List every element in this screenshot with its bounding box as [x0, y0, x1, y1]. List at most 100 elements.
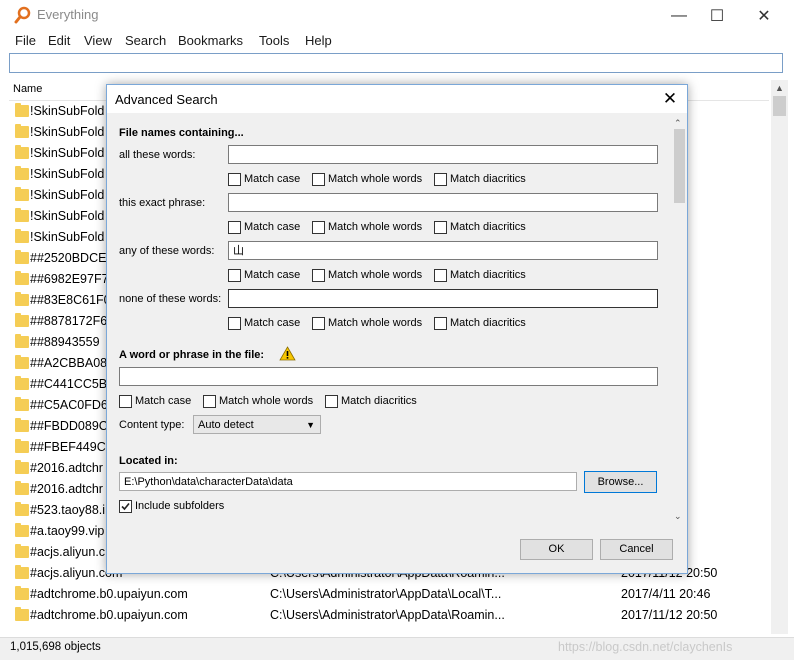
dialog-scrollbar-thumb[interactable] — [674, 129, 685, 203]
exact-match-diacritics-checkbox[interactable] — [434, 221, 447, 234]
none-match-diacritics-label: Match diacritics — [450, 317, 526, 329]
folder-icon — [15, 229, 29, 243]
phrase-match-case-label: Match case — [135, 395, 192, 407]
folder-icon — [15, 292, 29, 306]
folder-icon — [15, 166, 29, 180]
any-match-whole-checkbox[interactable] — [312, 269, 325, 282]
location-input[interactable]: E:\Python\data\characterData\data — [119, 472, 577, 491]
file-name: ##C441CC5B — [30, 377, 108, 391]
content-type-value: Auto detect — [198, 419, 254, 431]
menu-bookmarks[interactable]: Bookmarks — [178, 33, 243, 48]
checkmark-icon — [121, 502, 130, 511]
file-name: #2016.adtchr — [30, 482, 103, 496]
exact-match-case-label: Match case — [244, 221, 301, 233]
none-match-case-checkbox[interactable] — [228, 317, 241, 330]
all-match-case-checkbox[interactable] — [228, 173, 241, 186]
file-name: ##6982E97F7 — [30, 272, 109, 286]
all-match-case-label: Match case — [244, 173, 301, 185]
dialog-titlebar: Advanced Search ✕ — [107, 85, 687, 113]
window-title: Everything — [37, 7, 99, 22]
any-match-diacritics-checkbox[interactable] — [434, 269, 447, 282]
folder-icon — [15, 397, 29, 411]
file-name: #a.taoy99.vip — [30, 524, 105, 538]
file-name: #acjs.aliyun.c — [30, 545, 106, 559]
folder-icon — [15, 250, 29, 264]
all-match-diacritics-checkbox[interactable] — [434, 173, 447, 186]
folder-icon — [15, 418, 29, 432]
file-name: ##83E8C61F0 — [30, 293, 111, 307]
file-name: !SkinSubFold — [30, 230, 105, 244]
all-match-diacritics-label: Match diacritics — [450, 173, 526, 185]
search-input[interactable] — [9, 53, 783, 73]
exact-match-case-checkbox[interactable] — [228, 221, 241, 234]
maximize-icon[interactable]: ☐ — [694, 0, 740, 31]
warning-icon — [279, 346, 296, 361]
file-name: !SkinSubFold — [30, 188, 105, 202]
file-name: ##2520BDCE — [30, 251, 107, 265]
browse-button[interactable]: Browse... — [584, 471, 657, 493]
all-words-input[interactable] — [228, 145, 658, 164]
table-row[interactable]: #adtchrome.b0.upaiyun.com C:\Users\Admini… — [9, 605, 769, 626]
file-name: #2016.adtchr — [30, 461, 103, 475]
menu-help[interactable]: Help — [305, 33, 332, 48]
none-match-whole-checkbox[interactable] — [312, 317, 325, 330]
watermark-text: https://blog.csdn.net/claychenIs — [558, 640, 733, 654]
any-match-whole-label: Match whole words — [328, 269, 423, 281]
phrase-match-case-checkbox[interactable] — [119, 395, 132, 408]
folder-icon — [15, 208, 29, 222]
folder-icon — [15, 439, 29, 453]
folder-icon — [15, 376, 29, 390]
phrase-match-whole-checkbox[interactable] — [203, 395, 216, 408]
results-scrollbar-thumb[interactable] — [773, 96, 786, 116]
results-scrollbar[interactable] — [771, 80, 788, 634]
scroll-up-icon[interactable]: ▲ — [775, 83, 784, 93]
all-match-whole-label: Match whole words — [328, 173, 423, 185]
menu-file[interactable]: File — [15, 33, 36, 48]
exact-phrase-input[interactable] — [228, 193, 658, 212]
menu-tools[interactable]: Tools — [259, 33, 289, 48]
file-path: C:\Users\Administrator\AppData\Local\T..… — [270, 587, 502, 601]
dialog-scroll-down-icon[interactable]: ⌄ — [674, 511, 682, 522]
any-match-case-checkbox[interactable] — [228, 269, 241, 282]
none-match-diacritics-checkbox[interactable] — [434, 317, 447, 330]
dialog-close-icon[interactable]: ✕ — [656, 88, 684, 110]
file-name: ##88943559 — [30, 335, 100, 349]
folder-icon — [15, 544, 29, 558]
file-name: !SkinSubFold — [30, 125, 105, 139]
all-words-label: all these words: — [119, 149, 196, 161]
exact-match-whole-checkbox[interactable] — [312, 221, 325, 234]
file-date: 2017/4/11 20:46 — [621, 587, 711, 601]
file-path: C:\Users\Administrator\AppData\Roamin... — [270, 608, 505, 622]
file-name: ##8878172F6 — [30, 314, 108, 328]
folder-icon — [15, 607, 29, 621]
menu-search[interactable]: Search — [125, 33, 166, 48]
phrase-match-diacritics-checkbox[interactable] — [325, 395, 338, 408]
file-name: #adtchrome.b0.upaiyun.com — [30, 587, 188, 601]
any-words-input[interactable]: 山 — [228, 241, 658, 260]
word-in-file-input[interactable] — [119, 367, 658, 386]
file-name: #adtchrome.b0.upaiyun.com — [30, 608, 188, 622]
section-located-in: Located in: — [119, 455, 178, 467]
menu-view[interactable]: View — [84, 33, 112, 48]
object-count: 1,015,698 objects — [10, 641, 101, 653]
folder-icon — [15, 313, 29, 327]
chevron-down-icon: ▼ — [306, 420, 315, 430]
file-name: #523.taoy88.i — [30, 503, 106, 517]
none-words-input[interactable] — [228, 289, 658, 308]
section-file-names: File names containing... — [119, 127, 244, 139]
all-match-whole-checkbox[interactable] — [312, 173, 325, 186]
include-subfolders-checkbox[interactable] — [119, 500, 132, 513]
menu-bar: File Edit View Search Bookmarks Tools He… — [0, 31, 794, 51]
menu-edit[interactable]: Edit — [48, 33, 70, 48]
folder-icon — [15, 334, 29, 348]
column-name-header[interactable]: Name — [13, 83, 42, 95]
advanced-search-dialog: Advanced Search ✕ File names containing.… — [106, 84, 688, 574]
folder-icon — [15, 355, 29, 369]
dialog-scroll-up-icon[interactable]: ⌃ — [674, 118, 682, 129]
ok-button[interactable]: OK — [520, 539, 593, 560]
cancel-button[interactable]: Cancel — [600, 539, 673, 560]
content-type-select[interactable]: Auto detect ▼ — [193, 415, 321, 434]
table-row[interactable]: #adtchrome.b0.upaiyun.com C:\Users\Admini… — [9, 584, 769, 605]
file-name: !SkinSubFold — [30, 209, 105, 223]
close-icon[interactable]: ✕ — [741, 0, 787, 31]
